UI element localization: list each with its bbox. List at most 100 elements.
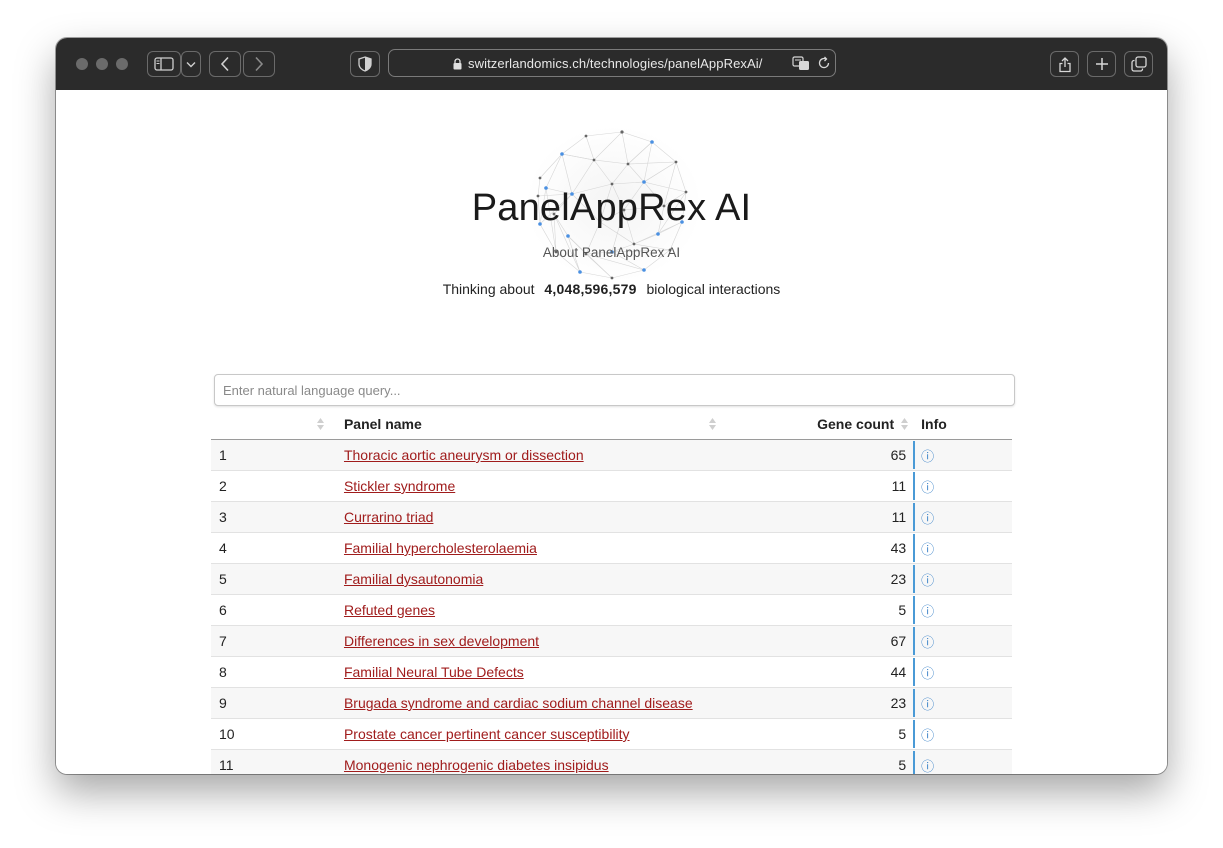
panel-link[interactable]: Differences in sex development — [344, 633, 539, 649]
gene-count-cell: 43 — [796, 532, 916, 564]
gene-count-bar — [913, 472, 916, 500]
panel-name-cell: Familial Neural Tube Defects — [343, 656, 796, 688]
close-window-button[interactable] — [76, 58, 88, 70]
info-icon[interactable]: ⓘ — [921, 728, 934, 743]
table-row: 5 Familial dysautonomia 23 ⓘ — [211, 563, 1012, 595]
gene-count-column-header[interactable]: Gene count — [796, 408, 914, 440]
panel-link[interactable]: Prostate cancer pertinent cancer suscept… — [344, 726, 630, 742]
panel-link[interactable]: Familial dysautonomia — [344, 571, 483, 587]
url-text: switzerlandomics.ch/technologies/panelAp… — [468, 56, 763, 71]
interaction-counter: Thinking about 4,048,596,579 biological … — [56, 281, 1167, 297]
page-title: PanelAppRex AI — [471, 187, 752, 229]
panel-link[interactable]: Refuted genes — [344, 602, 435, 618]
panel-link[interactable]: Monogenic nephrogenic diabetes insipidus — [344, 757, 609, 773]
panel-link[interactable]: Familial Neural Tube Defects — [344, 664, 524, 680]
info-cell: ⓘ — [913, 501, 1012, 533]
table-row: 8 Familial Neural Tube Defects 44 ⓘ — [211, 656, 1012, 688]
gene-count-cell: 65 — [796, 439, 916, 471]
gene-count-bar — [913, 689, 916, 717]
gene-count-bar — [913, 534, 916, 562]
info-cell: ⓘ — [913, 470, 1012, 502]
info-icon[interactable]: ⓘ — [921, 697, 934, 712]
gene-count: 65 — [890, 447, 907, 463]
table-row: 9 Brugada syndrome and cardiac sodium cha… — [211, 687, 1012, 719]
info-icon[interactable]: ⓘ — [921, 604, 934, 619]
panels-table: Panel name Gene count Info 1 Thoracic aor… — [211, 408, 1012, 774]
panel-name-cell: Refuted genes — [343, 594, 796, 626]
panel-name-cell: Prostate cancer pertinent cancer suscept… — [343, 718, 796, 750]
interaction-count: 4,048,596,579 — [544, 281, 637, 297]
share-button[interactable] — [1050, 51, 1079, 77]
plus-icon — [1095, 58, 1108, 70]
row-index: 4 — [211, 532, 344, 564]
info-cell: ⓘ — [913, 718, 1012, 750]
table-row: 3 Currarino triad 11 ⓘ — [211, 501, 1012, 533]
panel-name-column-header[interactable]: Panel name — [343, 408, 796, 440]
privacy-report-button[interactable] — [350, 51, 380, 77]
panel-link[interactable]: Thoracic aortic aneurysm or dissection — [344, 447, 584, 463]
table-row: 2 Stickler syndrome 11 ⓘ — [211, 470, 1012, 502]
info-cell: ⓘ — [913, 563, 1012, 595]
address-bar[interactable]: switzerlandomics.ch/technologies/panelAp… — [388, 49, 836, 77]
row-index: 2 — [211, 470, 344, 502]
panel-link[interactable]: Brugada syndrome and cardiac sodium chan… — [344, 695, 693, 711]
panel-name-cell: Brugada syndrome and cardiac sodium chan… — [343, 687, 796, 719]
forward-button[interactable] — [243, 51, 275, 77]
table-row: 11 Monogenic nephrogenic diabetes insipid… — [211, 749, 1012, 774]
gene-count: 5 — [898, 726, 907, 742]
table-row: 1 Thoracic aortic aneurysm or dissection 6… — [211, 439, 1012, 471]
info-icon[interactable]: ⓘ — [921, 635, 934, 650]
chevron-left-icon — [220, 56, 229, 72]
info-cell: ⓘ — [913, 749, 1012, 774]
panel-link[interactable]: Stickler syndrome — [344, 478, 455, 494]
table-header-row: Panel name Gene count Info — [211, 408, 1012, 440]
sort-icon — [317, 418, 324, 430]
info-icon[interactable]: ⓘ — [921, 449, 934, 464]
gene-count-cell: 23 — [796, 563, 916, 595]
translate-icon[interactable] — [792, 56, 810, 71]
info-icon[interactable]: ⓘ — [921, 666, 934, 681]
row-index: 9 — [211, 687, 344, 719]
gene-count-bar — [913, 627, 916, 655]
gene-count: 43 — [890, 540, 907, 556]
index-column-header[interactable] — [211, 408, 344, 440]
info-cell: ⓘ — [913, 594, 1012, 626]
panel-name-cell: Currarino triad — [343, 501, 796, 533]
gene-count: 67 — [890, 633, 907, 649]
panel-name-cell: Monogenic nephrogenic diabetes insipidus — [343, 749, 796, 774]
panel-link[interactable]: Currarino triad — [344, 509, 433, 525]
sidebar-toggle-button[interactable] — [147, 51, 181, 77]
hero: PanelAppRex AI About PanelAppRex AI Thin… — [56, 90, 1167, 330]
gene-count: 44 — [890, 664, 907, 680]
new-tab-button[interactable] — [1087, 51, 1116, 77]
gene-count-cell: 11 — [796, 501, 916, 533]
gene-count-bar — [913, 565, 916, 593]
about-link[interactable]: About PanelAppRex AI — [56, 245, 1167, 260]
info-icon[interactable]: ⓘ — [921, 480, 934, 495]
tab-overview-button[interactable] — [1124, 51, 1153, 77]
panel-name-cell: Stickler syndrome — [343, 470, 796, 502]
sort-icon — [708, 418, 716, 430]
info-icon[interactable]: ⓘ — [921, 573, 934, 588]
browser-window: switzerlandomics.ch/technologies/panelAp… — [56, 38, 1167, 774]
minimize-window-button[interactable] — [96, 58, 108, 70]
panel-link[interactable]: Familial hypercholesterolaemia — [344, 540, 537, 556]
info-icon[interactable]: ⓘ — [921, 511, 934, 526]
sort-icon — [901, 418, 909, 430]
gene-count-cell: 5 — [796, 594, 916, 626]
panel-name-cell: Differences in sex development — [343, 625, 796, 657]
row-index: 10 — [211, 718, 344, 750]
table-row: 4 Familial hypercholesterolaemia 43 ⓘ — [211, 532, 1012, 564]
tab-groups-dropdown[interactable] — [181, 51, 201, 77]
table-body: 1 Thoracic aortic aneurysm or dissection 6… — [211, 439, 1012, 774]
info-icon[interactable]: ⓘ — [921, 542, 934, 557]
lock-icon — [453, 58, 462, 70]
reload-icon[interactable] — [817, 56, 831, 70]
row-index: 7 — [211, 625, 344, 657]
back-button[interactable] — [209, 51, 241, 77]
zoom-window-button[interactable] — [116, 58, 128, 70]
gene-count: 5 — [898, 757, 907, 773]
query-input[interactable] — [214, 374, 1015, 406]
info-icon[interactable]: ⓘ — [921, 759, 934, 774]
page-content: PanelAppRex AI About PanelAppRex AI Thin… — [56, 90, 1167, 774]
